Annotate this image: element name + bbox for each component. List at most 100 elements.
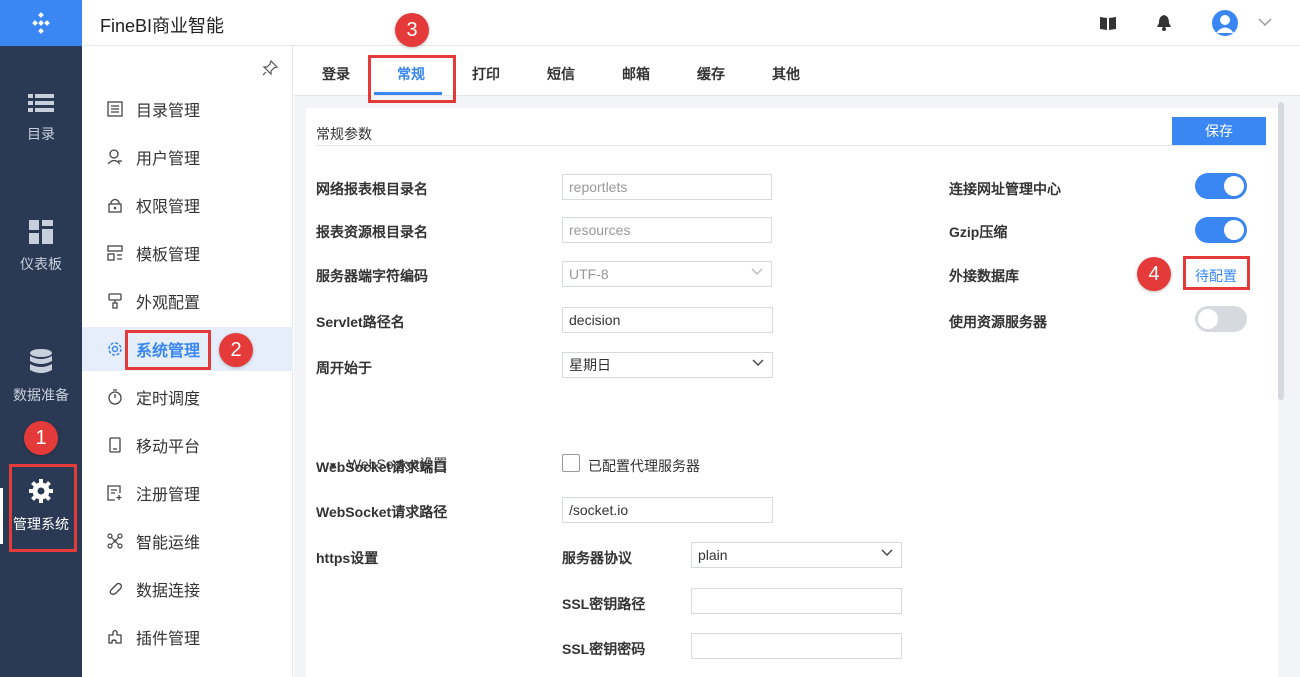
save-button[interactable]: 保存: [1172, 117, 1266, 145]
url-management-toggle[interactable]: [1195, 173, 1247, 199]
general-settings-panel: 常规参数 保存 网络报表根目录名 reportlets 报表资源根目录名 res…: [306, 108, 1278, 677]
menu-item-label: 用户管理: [136, 151, 201, 168]
tab-email[interactable]: 邮箱: [622, 64, 650, 84]
menu-item-permissions[interactable]: 权限管理: [82, 183, 293, 227]
menu-item-plugins[interactable]: 插件管理: [82, 615, 293, 659]
template-icon: [106, 244, 124, 262]
nav-rail: 目录 仪表板 数据准备 管理系统: [0, 0, 82, 677]
websocket-path-input[interactable]: /socket.io: [562, 497, 773, 523]
ssl-key-password-input[interactable]: [691, 633, 902, 659]
menu-item-label: 权限管理: [136, 199, 201, 216]
rail-item-label: 仪表板: [20, 256, 62, 272]
menu-item-label: 模板管理: [136, 247, 201, 264]
dashboard-icon: [29, 220, 53, 244]
menu-item-label: 外观配置: [136, 295, 201, 312]
ssl-key-password-label: SSL密钥密码: [562, 641, 646, 657]
app-title: FineBI商业智能: [100, 16, 225, 36]
menu-item-scheduling[interactable]: 定时调度: [82, 375, 293, 419]
bell-icon[interactable]: [1157, 15, 1171, 31]
brush-icon: [106, 292, 124, 310]
register-icon: [106, 484, 124, 502]
book-icon[interactable]: [1100, 16, 1116, 30]
rail-item-label: 目录: [27, 126, 55, 142]
menu-item-label: 注册管理: [136, 487, 201, 504]
menu-item-label: 目录管理: [136, 103, 201, 120]
proxy-server-checkbox[interactable]: [562, 454, 580, 472]
gzip-label: Gzip压缩: [949, 224, 1008, 240]
annotation-badge-1: 1: [24, 421, 58, 455]
rail-item-data-prep[interactable]: 数据准备: [0, 349, 82, 405]
annotation-badge-3: 3: [395, 13, 429, 47]
report-root-dir-input[interactable]: reportlets: [562, 174, 772, 200]
mobile-icon: [106, 436, 124, 454]
stopwatch-icon: [106, 388, 124, 406]
annotation-box-2: [125, 330, 211, 370]
link-icon: [106, 580, 124, 598]
database-icon: [30, 349, 52, 373]
menu-item-mobile[interactable]: 移动平台: [82, 423, 293, 467]
tab-login[interactable]: 登录: [322, 64, 350, 84]
tab-cache[interactable]: 缓存: [697, 64, 725, 84]
avatar[interactable]: [1212, 10, 1238, 36]
menu-item-templates[interactable]: 模板管理: [82, 231, 293, 275]
rail-item-dashboard[interactable]: 仪表板: [0, 220, 82, 274]
menu-item-label: 智能运维: [136, 535, 201, 552]
websocket-path-label: WebSocket请求路径: [316, 504, 448, 520]
gzip-toggle[interactable]: [1195, 217, 1247, 243]
top-header: FineBI商业智能: [82, 0, 1300, 46]
resource-server-label: 使用资源服务器: [949, 314, 1047, 330]
menu-item-registration[interactable]: 注册管理: [82, 471, 293, 515]
menu-item-smart-ops[interactable]: 智能运维: [82, 519, 293, 563]
logo-icon[interactable]: [0, 0, 82, 46]
list-icon: [28, 94, 54, 112]
resource-root-dir-label: 报表资源根目录名: [316, 224, 428, 240]
menu-item-label: 移动平台: [136, 439, 201, 456]
server-charset-select[interactable]: UTF-8: [562, 261, 772, 287]
annotation-box-3: [368, 55, 456, 103]
annotation-box-1: [9, 464, 77, 552]
server-protocol-select[interactable]: plain: [691, 542, 902, 568]
resource-server-toggle[interactable]: [1195, 306, 1247, 332]
menu-item-appearance[interactable]: 外观配置: [82, 279, 293, 323]
chevron-down-icon: [881, 549, 893, 556]
chevron-down-icon[interactable]: [1258, 18, 1272, 27]
lock-icon: [106, 196, 124, 214]
pin-icon[interactable]: [262, 60, 278, 76]
server-charset-value: UTF-8: [569, 266, 609, 282]
ssl-key-path-input[interactable]: [691, 588, 902, 614]
week-start-select[interactable]: 星期日: [562, 352, 773, 378]
websocket-port-label: WebSocket请求端口: [316, 459, 448, 475]
main-content: 登录 常规 打印 短信 邮箱 缓存 其他 常规参数 保存 网络报表根目录名 re…: [294, 46, 1300, 677]
plugin-icon: [106, 628, 124, 646]
divider: [316, 145, 1266, 146]
menu-item-label: 插件管理: [136, 631, 201, 648]
chevron-down-icon: [752, 359, 764, 366]
tab-print[interactable]: 打印: [472, 64, 500, 84]
external-db-label: 外接数据库: [949, 268, 1019, 284]
report-root-dir-label: 网络报表根目录名: [316, 181, 428, 197]
annotation-badge-2: 2: [219, 333, 253, 367]
rail-item-label: 数据准备: [13, 387, 69, 403]
menu-item-catalog[interactable]: 目录管理: [82, 87, 293, 131]
resource-root-dir-input[interactable]: resources: [562, 217, 772, 243]
gear-icon: [106, 340, 124, 358]
menu-item-label: 定时调度: [136, 391, 201, 408]
annotation-box-4: [1183, 256, 1250, 290]
tab-sms[interactable]: 短信: [547, 64, 575, 84]
server-protocol-value: plain: [698, 547, 728, 563]
rail-item-catalog[interactable]: 目录: [0, 92, 82, 144]
https-settings-label: https设置: [316, 550, 379, 566]
menu-item-users[interactable]: 用户管理: [82, 135, 293, 179]
servlet-path-input[interactable]: decision: [562, 307, 773, 333]
tab-other[interactable]: 其他: [772, 64, 800, 84]
menu-item-data-connection[interactable]: 数据连接: [82, 567, 293, 611]
server-charset-label: 服务器端字符编码: [316, 268, 428, 284]
user-avatar-icon: [1216, 15, 1234, 33]
proxy-server-label: 已配置代理服务器: [588, 458, 700, 474]
ssl-key-path-label: SSL密钥路径: [562, 596, 646, 612]
annotation-badge-4: 4: [1137, 257, 1171, 291]
scrollbar[interactable]: [1278, 102, 1284, 400]
week-start-value: 星期日: [569, 357, 611, 373]
user-icon: [106, 148, 124, 166]
chevron-down-icon: [751, 268, 763, 275]
